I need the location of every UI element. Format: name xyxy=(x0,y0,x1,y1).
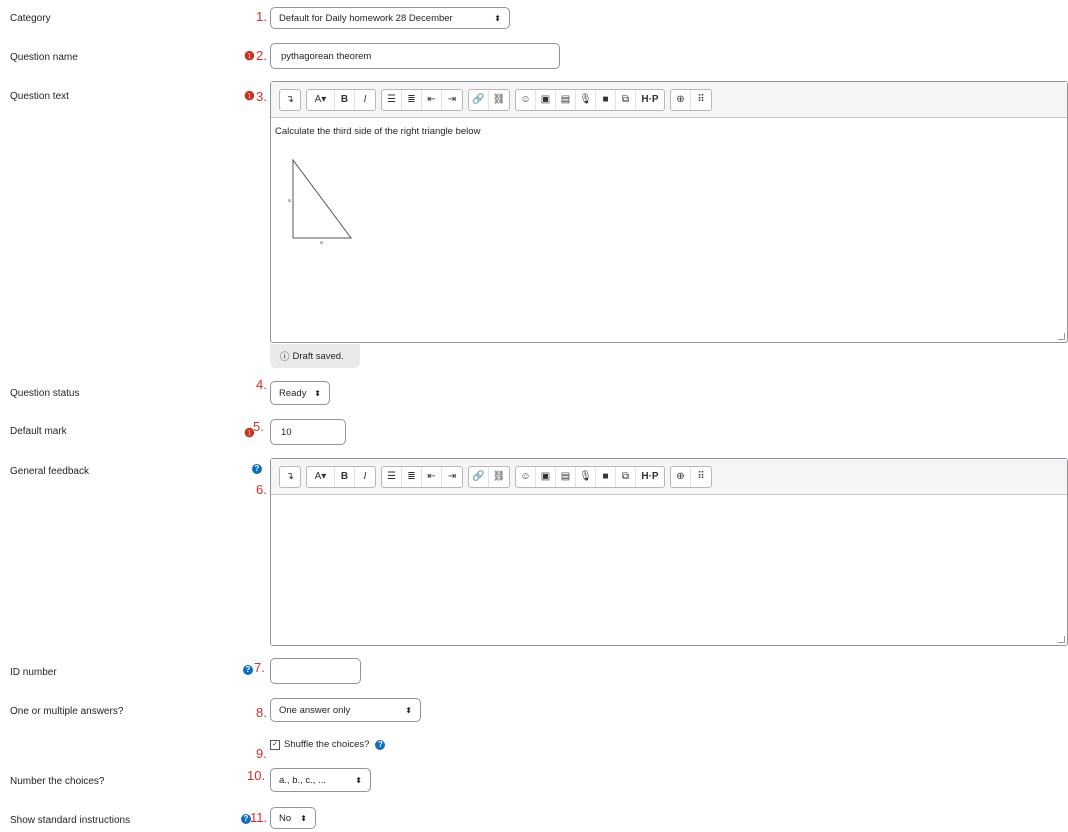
answers-value: One answer only xyxy=(279,704,351,716)
image-icon[interactable]: ▣ xyxy=(536,89,556,110)
number-choices-select[interactable]: a., b., c., ... ⬍ xyxy=(270,768,371,792)
manage-files-icon[interactable]: ⧉ xyxy=(616,466,636,487)
outdent-icon[interactable]: ⇤ xyxy=(422,89,442,110)
select-caret-icon: ⬍ xyxy=(314,388,321,398)
draft-saved-status: ⓘ Draft saved. xyxy=(270,344,360,368)
video-icon[interactable]: ■ xyxy=(596,89,616,110)
bold-icon[interactable]: B xyxy=(335,466,355,487)
toolbar-toggle-icon[interactable]: ↴ xyxy=(280,467,300,487)
media-icon[interactable]: ▤ xyxy=(556,89,576,110)
general-feedback-label: General feedback xyxy=(10,466,89,477)
show-instructions-label: Show standard instructions xyxy=(10,815,131,826)
numbered-list-icon[interactable]: ≣ xyxy=(402,466,422,487)
show-instructions-number: 11. xyxy=(250,810,268,825)
default-mark-label: Default mark xyxy=(10,426,67,437)
link-icon[interactable]: 🔗 xyxy=(469,466,489,487)
image-icon[interactable]: ▣ xyxy=(536,466,556,487)
question-text-label: Question text xyxy=(10,91,69,102)
help-icon[interactable]: ? xyxy=(375,739,386,750)
required-icon: ❶ xyxy=(244,49,255,63)
select-caret-icon: ⬍ xyxy=(355,775,362,785)
numbered-list-icon[interactable]: ≣ xyxy=(402,89,422,110)
font-style-icon[interactable]: A▾ xyxy=(307,466,335,487)
question-name-label: Question name xyxy=(10,52,78,63)
link-icon[interactable]: 🔗 xyxy=(469,89,489,110)
shuffle-label: Shuffle the choices? xyxy=(284,739,370,750)
h5p-icon[interactable]: H·P xyxy=(636,467,664,487)
answers-select[interactable]: One answer only ⬍ xyxy=(270,698,421,722)
required-icon: ❶ xyxy=(244,89,255,103)
category-value: Default for Daily homework 28 December xyxy=(279,12,453,24)
microphone-icon[interactable]: 🎙 xyxy=(576,466,596,487)
show-instructions-value: No xyxy=(279,812,292,824)
indent-icon[interactable]: ⇥ xyxy=(442,90,462,110)
manage-files-icon[interactable]: ⧉ xyxy=(616,89,636,110)
category-select[interactable]: Default for Daily homework 28 December ⬍ xyxy=(270,7,510,29)
shuffle-number: 9. xyxy=(256,746,267,761)
question-status-label: Question status xyxy=(10,388,80,399)
question-status-select[interactable]: Ready ⬍ xyxy=(270,381,330,405)
h5p-icon[interactable]: H·P xyxy=(636,90,664,110)
bullet-list-icon[interactable]: ☰ xyxy=(382,466,402,487)
video-icon[interactable]: ■ xyxy=(596,466,616,487)
draft-saved-text: Draft saved. xyxy=(292,350,344,362)
help-icon[interactable]: ? xyxy=(243,665,253,675)
triangle-side-label: a xyxy=(288,198,291,204)
indent-icon[interactable]: ⇥ xyxy=(442,467,462,487)
help-icon[interactable]: ? xyxy=(252,464,262,474)
toolbar-toggle-icon[interactable]: ↴ xyxy=(280,90,300,110)
screenreader-icon[interactable]: ⠿ xyxy=(691,467,711,487)
media-icon[interactable]: ▤ xyxy=(556,466,576,487)
editor-toolbar: ↴ A▾ B I ☰ ≣ ⇤ ⇥ 🔗 ⛓ ☺ ▣ ▤ 🎙 ■ ⧉ H·P ⊕ ⠿ xyxy=(271,82,1067,118)
default-mark-input[interactable]: 10 xyxy=(270,419,346,445)
general-feedback-editor[interactable]: ↴ A▾ B I ☰ ≣ ⇤ ⇥ 🔗 ⛓ ☺ ▣ ▤ 🎙 ■ ⧉ H·P ⊕ ⠿ xyxy=(270,458,1068,646)
select-caret-icon: ⬍ xyxy=(494,13,501,23)
outdent-icon[interactable]: ⇤ xyxy=(422,466,442,487)
number-choices-label: Number the choices? xyxy=(10,776,105,787)
category-label: Category xyxy=(10,13,51,24)
id-number-label: ID number xyxy=(10,667,57,678)
emoji-icon[interactable]: ☺ xyxy=(516,89,536,110)
question-text-content: Calculate the third side of the right tr… xyxy=(275,126,481,137)
triangle-base-label: a xyxy=(320,240,323,246)
accessibility-icon[interactable]: ⊕ xyxy=(671,466,691,487)
shuffle-checkbox[interactable]: ✓ xyxy=(270,739,280,750)
italic-icon[interactable]: I xyxy=(355,90,375,110)
emoji-icon[interactable]: ☺ xyxy=(516,466,536,487)
resize-handle[interactable] xyxy=(1058,333,1065,340)
font-style-icon[interactable]: A▾ xyxy=(307,89,335,110)
select-caret-icon: ⬍ xyxy=(405,705,412,715)
number-choices-value: a., b., c., ... xyxy=(279,774,326,786)
italic-icon[interactable]: I xyxy=(355,467,375,487)
question-status-value: Ready xyxy=(279,387,307,399)
question-text-editor[interactable]: ↴ A▾ B I ☰ ≣ ⇤ ⇥ 🔗 ⛓ ☺ ▣ ▤ 🎙 ■ ⧉ H·P ⊕ ⠿ Calculate th… xyxy=(270,81,1068,343)
id-number-number: 7. xyxy=(254,660,265,675)
show-instructions-select[interactable]: No ⬍ xyxy=(270,807,316,829)
answers-label: One or multiple answers? xyxy=(10,706,124,717)
shuffle-checkbox-row[interactable]: ✓ Shuffle the choices? ? xyxy=(270,739,386,750)
id-number-input[interactable] xyxy=(270,658,361,684)
question-status-number: 4. xyxy=(256,377,267,392)
answers-number: 8. xyxy=(256,705,267,720)
question-name-number: 2. xyxy=(256,48,267,63)
question-text-number: 3. xyxy=(256,89,267,104)
bullet-list-icon[interactable]: ☰ xyxy=(382,89,402,110)
bold-icon[interactable]: B xyxy=(335,89,355,110)
category-number: 1. xyxy=(256,9,267,24)
general-feedback-number: 6. xyxy=(256,482,267,497)
default-mark-number: 5. xyxy=(253,419,264,434)
select-caret-icon: ⬍ xyxy=(300,813,307,823)
info-icon: ⓘ xyxy=(280,352,290,363)
question-name-input[interactable]: pythagorean theorem xyxy=(270,43,560,69)
triangle-image: a a xyxy=(288,158,352,246)
editor-toolbar: ↴ A▾ B I ☰ ≣ ⇤ ⇥ 🔗 ⛓ ☺ ▣ ▤ 🎙 ■ ⧉ H·P ⊕ ⠿ xyxy=(271,459,1067,495)
screenreader-icon[interactable]: ⠿ xyxy=(691,90,711,110)
accessibility-icon[interactable]: ⊕ xyxy=(671,89,691,110)
unlink-icon[interactable]: ⛓ xyxy=(489,467,509,487)
microphone-icon[interactable]: 🎙 xyxy=(576,89,596,110)
unlink-icon[interactable]: ⛓ xyxy=(489,90,509,110)
resize-handle[interactable] xyxy=(1058,636,1065,643)
number-choices-number: 10. xyxy=(247,768,266,783)
